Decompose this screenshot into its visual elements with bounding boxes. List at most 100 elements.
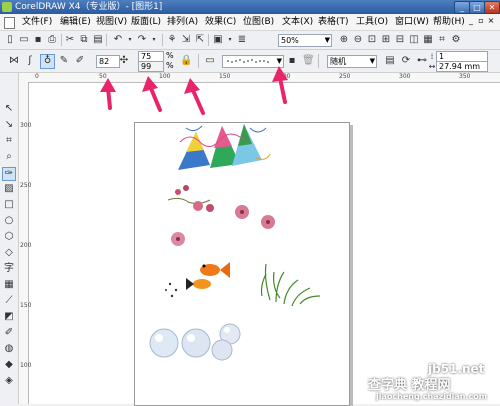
- copy-icon[interactable]: ⧉: [78, 34, 90, 46]
- zoom-width-icon[interactable]: ⊞: [380, 34, 392, 46]
- rectangle-tool-icon[interactable]: □: [3, 199, 15, 211]
- outline-tool-icon[interactable]: ◍: [3, 343, 15, 355]
- ruler-label: 150: [219, 73, 231, 80]
- chevron-down-icon: ▼: [324, 36, 330, 44]
- menu-file[interactable]: 文件(F): [22, 16, 52, 28]
- shape-tool-icon[interactable]: ↘: [3, 119, 15, 131]
- ruler-label: 300: [20, 122, 32, 129]
- menu-text[interactable]: 文本(X): [282, 16, 313, 28]
- menu-arrange[interactable]: 排列(A): [167, 16, 198, 28]
- search-content-icon[interactable]: ⚘: [166, 34, 178, 46]
- options-icon[interactable]: ⚙: [450, 34, 462, 46]
- horizontal-ruler[interactable]: 0 50 100 150 200 250 300 350: [19, 73, 500, 83]
- doc-restore-icon[interactable]: ▫: [476, 16, 486, 26]
- window-title: CorelDRAW X4（专业版）- [图形1]: [15, 2, 163, 12]
- brush-icon[interactable]: ʃ: [24, 55, 36, 67]
- spray-order-select[interactable]: 随机 ▼: [327, 55, 377, 68]
- launcher-dropdown-icon[interactable]: ▾: [224, 34, 236, 46]
- rotation-icon[interactable]: ⟳: [400, 55, 412, 67]
- dimension-tool-icon[interactable]: ⟋: [3, 295, 15, 307]
- doc-close-icon[interactable]: ×: [486, 16, 496, 26]
- redo-dropdown-icon[interactable]: ▾: [148, 34, 160, 46]
- text-tool-icon[interactable]: 字: [3, 263, 15, 275]
- standard-toolbar: ▯ ▭ ▪ ⎙ ✂ ⧉ ▤ ↶ ▾ ↷ ▾ ⚘ ⇲ ⇱ ▣ ▾ ≣ 50% ▼ …: [0, 31, 500, 50]
- fill-tool-icon[interactable]: ◆: [3, 359, 15, 371]
- interactive-fill-tool-icon[interactable]: ◈: [3, 375, 15, 387]
- spray-list-select[interactable]: ▼: [222, 55, 284, 68]
- undo-icon[interactable]: ↶: [112, 34, 124, 46]
- trash-icon[interactable]: 🗑: [302, 55, 315, 67]
- minimize-button[interactable]: _: [454, 1, 470, 14]
- size-bottom-value: 99: [141, 62, 152, 71]
- ellipse-tool-icon[interactable]: ○: [3, 215, 15, 227]
- stroke-width-field[interactable]: 82: [96, 55, 120, 68]
- print-icon[interactable]: ⎙: [46, 34, 58, 46]
- import-icon[interactable]: ⇲: [180, 34, 192, 46]
- zoom-all-icon[interactable]: ▦: [422, 34, 434, 46]
- percent-top-label: %: [166, 51, 174, 60]
- welcome-screen-icon[interactable]: ≣: [236, 34, 248, 46]
- pressure-icon[interactable]: ✐: [74, 55, 86, 67]
- document-icon: [4, 17, 15, 29]
- doc-minimize-icon[interactable]: _: [466, 16, 476, 26]
- close-button[interactable]: ✕: [484, 1, 500, 14]
- spacing-field[interactable]: 27.94 mm: [436, 61, 488, 72]
- snap-to-icon[interactable]: ⌗: [436, 34, 448, 46]
- separator: [198, 54, 199, 68]
- stroke-width-value: 82: [99, 57, 110, 66]
- basic-shapes-tool-icon[interactable]: ◇: [3, 247, 15, 259]
- preset-icon[interactable]: ⋈: [8, 55, 20, 67]
- zoom-page-icon[interactable]: ⊡: [366, 34, 378, 46]
- crop-tool-icon[interactable]: ⌗: [3, 135, 15, 147]
- smart-fill-tool-icon[interactable]: ▨: [3, 183, 15, 195]
- save-icon[interactable]: ▪: [32, 34, 44, 46]
- pick-tool-icon[interactable]: ↖: [3, 103, 15, 115]
- ruler-label: 150: [20, 302, 32, 309]
- undo-dropdown-icon[interactable]: ▾: [124, 34, 136, 46]
- polygon-tool-icon[interactable]: ⬡: [3, 231, 15, 243]
- open-folder-icon[interactable]: ▭: [204, 55, 216, 67]
- lock-icon[interactable]: 🔒: [180, 55, 192, 67]
- menu-tools[interactable]: 工具(O): [356, 16, 388, 28]
- zoom-out-icon[interactable]: ⊖: [352, 34, 364, 46]
- redo-icon[interactable]: ↷: [136, 34, 148, 46]
- menu-effects[interactable]: 效果(C): [205, 16, 236, 28]
- menu-window[interactable]: 窗口(W): [395, 16, 429, 28]
- table-tool-icon[interactable]: ▦: [3, 279, 15, 291]
- vertical-ruler[interactable]: 300 250 200 150 100: [19, 82, 32, 404]
- artistic-media-tool-icon[interactable]: ✑: [2, 167, 16, 181]
- sprayer-preview-icon: [227, 59, 269, 63]
- menu-view[interactable]: 视图(V): [96, 16, 127, 28]
- maximize-button[interactable]: □: [469, 1, 485, 14]
- nudge-icon[interactable]: ✣: [118, 55, 130, 67]
- ruler-label: 300: [399, 73, 411, 80]
- paste-icon[interactable]: ▤: [92, 34, 104, 46]
- chevron-down-icon: ▼: [369, 57, 375, 65]
- cut-icon[interactable]: ✂: [64, 34, 76, 46]
- spray-mode-icon[interactable]: ♁: [40, 54, 55, 69]
- open-folder-icon[interactable]: ▭: [18, 34, 30, 46]
- new-document-icon[interactable]: ▯: [4, 34, 16, 46]
- save-icon[interactable]: ▪: [286, 55, 298, 67]
- document-page[interactable]: [134, 122, 350, 406]
- separator: [208, 34, 209, 46]
- menu-table[interactable]: 表格(T): [318, 16, 349, 28]
- menu-bitmaps[interactable]: 位图(B): [243, 16, 274, 28]
- zoom-level-select[interactable]: 50% ▼: [278, 34, 332, 47]
- zoom-tool-icon[interactable]: ⌕: [3, 151, 15, 163]
- export-icon[interactable]: ⇱: [194, 34, 206, 46]
- menu-layout[interactable]: 版面(L): [131, 16, 161, 28]
- application-launcher-icon[interactable]: ▣: [212, 34, 224, 46]
- size-bottom-field[interactable]: 99: [138, 61, 164, 72]
- zoom-height-icon[interactable]: ⊟: [394, 34, 406, 46]
- eyedropper-tool-icon[interactable]: ✐: [3, 327, 15, 339]
- ruler-label: 0: [35, 73, 39, 80]
- menu-help[interactable]: 帮助(H): [433, 16, 465, 28]
- calligraphic-icon[interactable]: ✎: [58, 55, 70, 67]
- zoom-selected-icon[interactable]: ◫: [408, 34, 420, 46]
- menu-bar: 文件(F) 编辑(E) 视图(V) 版面(L) 排列(A) 效果(C) 位图(B…: [0, 14, 500, 31]
- zoom-in-icon[interactable]: ⊕: [338, 34, 350, 46]
- interactive-blend-tool-icon[interactable]: ◩: [3, 311, 15, 323]
- spray-list-options-icon[interactable]: ▤: [384, 55, 396, 67]
- menu-edit[interactable]: 编辑(E): [60, 16, 91, 28]
